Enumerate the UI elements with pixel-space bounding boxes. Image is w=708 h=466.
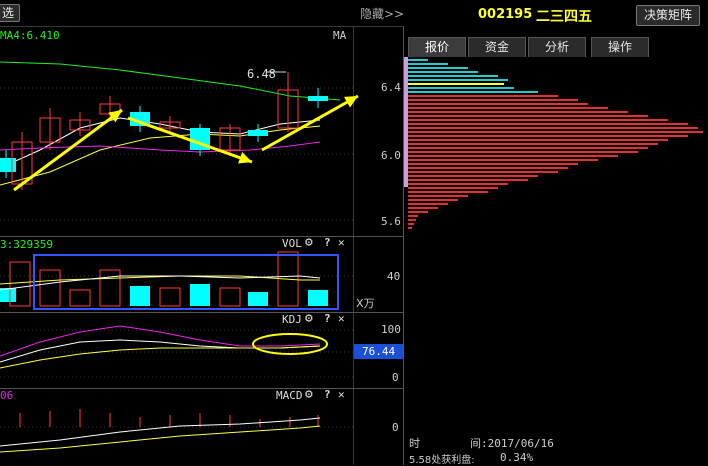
volume-bar [99,269,121,307]
ma-line-green [0,61,341,101]
volume-bar [190,284,210,306]
price-tick: 5.6 [381,215,401,228]
chip-profit-label: 5.58处获利盘: [409,455,475,466]
kdj-d-line [0,345,321,369]
macd-tick: 0 [392,421,399,434]
volume-bar [159,287,181,307]
kdj-tick: 100 [381,323,401,336]
macd-dea-line [0,425,321,453]
volume-highlight-box [33,254,339,310]
chip-profit-value: 0.34% [500,451,534,464]
price-tick: 6.0 [381,149,401,162]
help-icon[interactable]: ? [324,236,331,249]
help-icon[interactable]: ? [324,388,331,401]
volume-bar [39,269,61,307]
chip-time-value: 间:2017/06/16 [470,437,554,450]
chip-range-marker [404,57,408,187]
close-icon[interactable]: ✕ [338,236,345,249]
vol-name: VOL [282,237,302,250]
candle-body [0,158,16,172]
candle-body [248,130,268,136]
close-icon[interactable]: ✕ [338,388,345,401]
volume-bar [219,287,241,307]
gear-icon[interactable]: ⚙ [305,387,313,402]
vol-tick: 40 [387,270,401,283]
volume-bar [130,286,150,306]
high-price-annotation: 6.48 [247,67,276,81]
gear-icon[interactable]: ⚙ [305,311,313,326]
close-icon[interactable]: ✕ [338,312,345,325]
candle-body [308,96,328,101]
volume-bar [69,289,91,307]
volume-bar [308,290,328,306]
trend-arrow-down [127,116,253,164]
kdj-name: KDJ [282,313,302,326]
volume-bar [248,292,268,306]
chip-time-label: 时 [409,437,420,450]
help-icon[interactable]: ? [324,312,331,325]
macd-label: 06 [0,389,14,402]
trend-arrow-up-2 [261,94,359,152]
kdj-current-value: 76.44 [362,345,396,358]
ma-tag: MA [333,29,347,42]
gear-icon[interactable]: ⚙ [305,235,313,250]
trend-arrow-up [13,108,123,192]
price-tick: 6.4 [381,81,401,94]
chart-canvas [0,57,703,453]
ma-label: MA4:6.410 [0,29,60,42]
kdj-tick: 0 [392,371,399,384]
vol-unit: X万 [356,297,375,310]
macd-name: MACD [276,389,303,402]
ma-line-yellow [0,125,321,186]
vol-label: 3:329359 [0,238,53,251]
macd-dif-line [0,417,321,447]
